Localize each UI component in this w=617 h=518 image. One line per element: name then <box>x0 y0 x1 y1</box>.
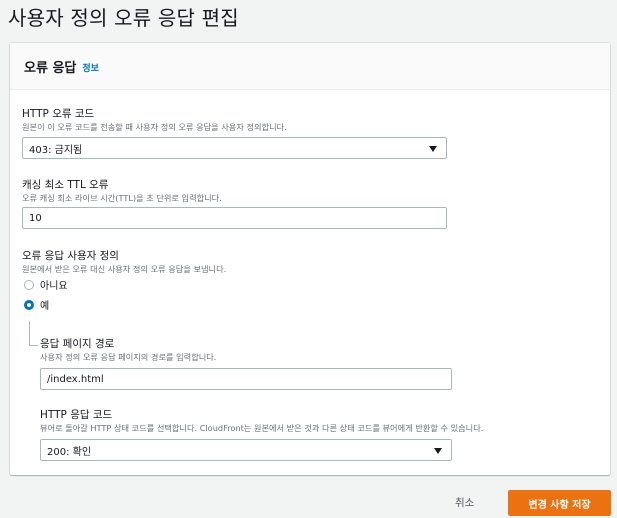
http-response-code-description: 뷰어로 돌아갈 HTTP 상태 코드를 선택합니다. CloudFront는 원… <box>40 423 484 433</box>
http-error-code-description: 원본이 이 오류 코드를 전송할 때 사용자 정의 오류 응답을 사용자 정의합… <box>22 122 287 132</box>
page-title: 사용자 정의 오류 응답 편집 <box>8 6 239 30</box>
chevron-down-icon <box>434 448 442 454</box>
radio-no-label[interactable]: 아니요 <box>40 277 68 292</box>
min-ttl-input[interactable]: 10 <box>22 207 447 229</box>
response-page-path-input[interactable]: /index.html <box>40 368 452 390</box>
response-page-path-description: 사용자 정의 오류 응답 페이지의 경로를 입력합니다. <box>40 352 217 362</box>
http-error-code-selected: 403: 금지됨 <box>29 144 83 156</box>
tree-connector-vertical <box>29 321 30 345</box>
info-link[interactable]: 정보 <box>82 61 99 74</box>
customize-description: 원본에서 받은 오류 대신 사용자 정의 오류 응답을 보냅니다. <box>22 264 227 274</box>
http-error-code-select[interactable]: 403: 금지됨 <box>22 137 447 159</box>
save-changes-button[interactable]: 변경 사항 저장 <box>508 490 611 516</box>
panel-title: 오류 응답 <box>24 60 77 76</box>
min-ttl-label: 캐싱 최소 TTL 오류 <box>22 179 109 191</box>
chevron-down-icon <box>429 146 437 152</box>
radio-yes[interactable] <box>24 300 34 310</box>
radio-yes-label[interactable]: 예 <box>40 297 49 312</box>
http-response-code-select[interactable]: 200: 확인 <box>40 439 452 461</box>
min-ttl-description: 오류 캐싱 최소 라이브 시간(TTL)을 초 단위로 입력합니다. <box>22 193 222 203</box>
panel-header: 오류 응답 정보 <box>10 43 610 90</box>
tree-connector-horizontal <box>29 345 38 346</box>
customize-label: 오류 응답 사용자 정의 <box>22 250 119 262</box>
http-response-code-label: HTTP 응답 코드 <box>40 409 113 421</box>
response-page-path-value: /index.html <box>47 373 104 385</box>
response-page-path-label: 응답 페이지 경로 <box>40 338 115 350</box>
cancel-button[interactable]: 취소 <box>455 495 474 510</box>
http-response-code-selected: 200: 확인 <box>47 446 92 458</box>
http-error-code-label: HTTP 오류 코드 <box>22 108 95 120</box>
radio-no[interactable] <box>24 280 34 290</box>
min-ttl-value: 10 <box>29 212 42 224</box>
